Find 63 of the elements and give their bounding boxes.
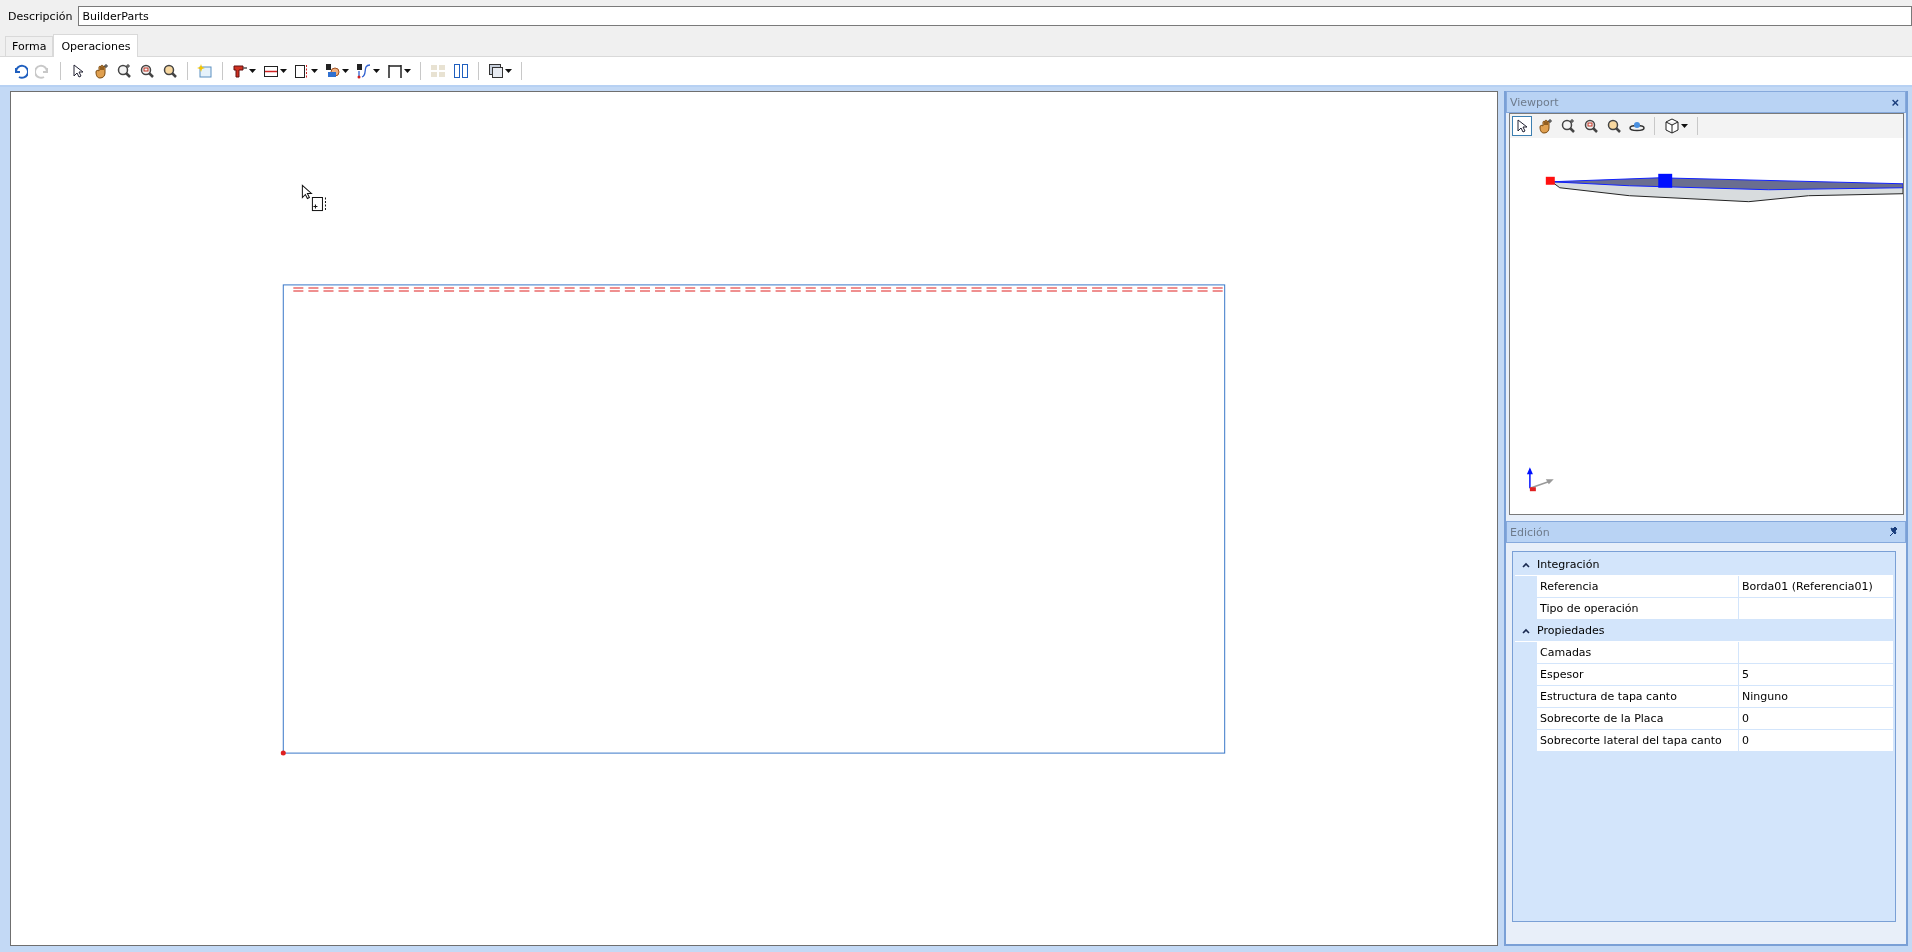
pocket-icon xyxy=(325,63,341,79)
redo-icon xyxy=(35,63,51,79)
property-name: Sobrecorte de la Placa xyxy=(1537,708,1739,729)
zoom-in-icon xyxy=(1560,118,1576,134)
property-value[interactable]: 0 xyxy=(1739,730,1893,751)
blocks-icon xyxy=(430,63,446,79)
property-value[interactable]: Borda01 (Referencia01) xyxy=(1739,576,1893,597)
property-value[interactable]: 0 xyxy=(1739,708,1893,729)
columns-icon xyxy=(453,63,469,79)
zoom-icon xyxy=(1606,118,1622,134)
property-value[interactable]: 5 xyxy=(1739,664,1893,685)
dimension-icon xyxy=(387,63,403,79)
toolbar-button[interactable] xyxy=(451,61,471,81)
collapse-icon[interactable] xyxy=(1522,561,1530,568)
horizontal-cut-icon xyxy=(263,63,279,79)
toolbar-button[interactable] xyxy=(1512,116,1532,136)
toolbar-button[interactable] xyxy=(354,61,382,81)
description-field[interactable]: BuilderParts xyxy=(78,6,1912,26)
cursor-icon xyxy=(301,184,326,212)
caret-icon xyxy=(280,69,287,73)
hand-icon xyxy=(1537,118,1553,134)
caret-icon xyxy=(373,69,380,73)
origin-point xyxy=(280,750,286,756)
category-label: Integración xyxy=(1537,558,1600,571)
new-panel-icon xyxy=(197,63,213,79)
windows-icon xyxy=(488,63,504,79)
tab[interactable]: Forma xyxy=(5,36,54,56)
caret-icon xyxy=(404,69,411,73)
property-name: Tipo de operación xyxy=(1537,598,1739,619)
property-name: Referencia xyxy=(1537,576,1739,597)
property-name: Sobrecorte lateral del tapa canto xyxy=(1537,730,1739,751)
drill-icon xyxy=(232,63,248,79)
caret-icon xyxy=(505,69,512,73)
property-name: Espesor xyxy=(1537,664,1739,685)
property-name: Estructura de tapa canto xyxy=(1537,686,1739,707)
description-label: Descripción xyxy=(8,9,73,23)
property-name: Camadas xyxy=(1537,642,1739,663)
collapse-icon[interactable] xyxy=(1522,627,1530,634)
caret-icon xyxy=(1681,124,1688,128)
tab[interactable]: Operaciones xyxy=(53,34,139,57)
zoom-window-icon xyxy=(1583,118,1599,134)
hand-icon xyxy=(93,63,109,79)
caret-icon xyxy=(342,69,349,73)
panel-title: Edición xyxy=(1510,525,1550,539)
path-icon xyxy=(356,63,372,79)
zoom-window-icon xyxy=(139,63,155,79)
caret-icon xyxy=(249,69,256,73)
panel-title: Viewport xyxy=(1510,95,1559,109)
toolbar-button[interactable] xyxy=(1662,116,1690,136)
pointer-icon xyxy=(70,63,86,79)
toolbar-button[interactable] xyxy=(486,61,514,81)
caret-icon xyxy=(311,69,318,73)
close-button[interactable]: × xyxy=(1891,94,1899,110)
pin-icon[interactable] xyxy=(1889,527,1899,537)
axis-icon xyxy=(1526,467,1554,492)
category-label: Propiedades xyxy=(1537,624,1605,637)
property-value[interactable]: Ninguno xyxy=(1739,686,1893,707)
zoom-icon xyxy=(162,63,178,79)
zoom-in-icon xyxy=(116,63,132,79)
cube-icon xyxy=(1664,118,1680,134)
pointer-icon xyxy=(1514,118,1530,134)
edge-band-icon xyxy=(294,63,310,79)
undo-icon xyxy=(12,63,28,79)
